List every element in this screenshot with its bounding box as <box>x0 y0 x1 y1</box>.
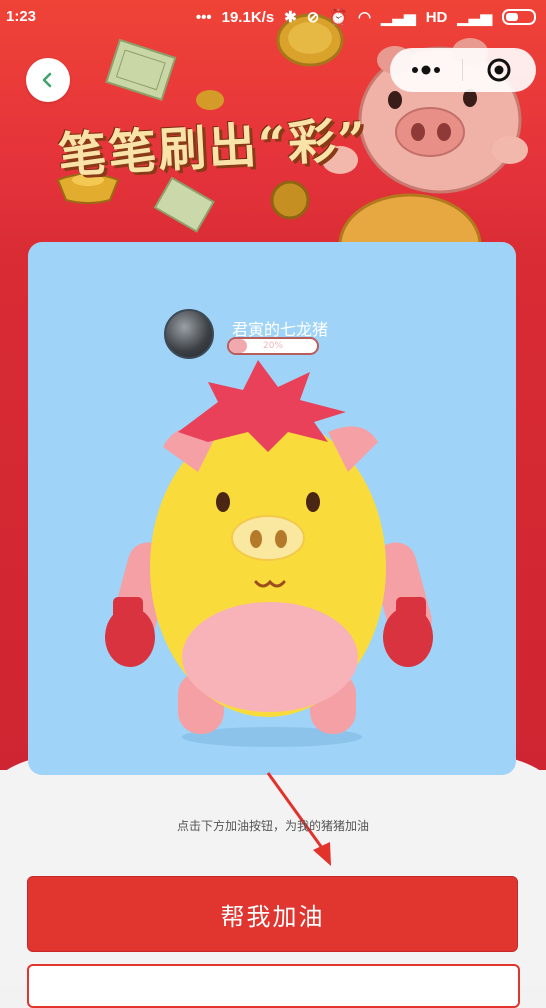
back-chevron-icon <box>42 72 52 88</box>
dots-icon: ••• <box>195 8 212 26</box>
falling-bill <box>153 176 215 233</box>
pig-belly <box>182 602 358 712</box>
signal-icon: ▁▃▅ <box>457 9 492 26</box>
close-miniprogram-button[interactable] <box>463 48 535 92</box>
hd-label: HD <box>425 8 448 26</box>
boxing-glove <box>105 607 155 667</box>
signal-icon: ▁▃▅ <box>381 9 416 26</box>
falling-bill <box>105 38 177 102</box>
pig-eye <box>306 492 320 512</box>
boxing-glove <box>383 607 433 667</box>
cheer-button[interactable]: 帮我加油 <box>27 876 518 952</box>
avatar[interactable] <box>164 309 214 359</box>
network-speed: 19.1K/s <box>221 8 275 26</box>
wifi-icon: ◠ <box>358 9 372 26</box>
mute-icon: ⊘ <box>306 9 320 26</box>
pig-snout <box>231 515 305 561</box>
more-dots-icon <box>412 65 440 75</box>
hint-text: 点击下方加油按钮，为我的猪猪加油 <box>176 819 369 833</box>
battery-icon <box>502 9 536 25</box>
pig-hair <box>178 360 346 452</box>
progress-bar: 20% <box>227 337 319 355</box>
status-icons: ••• 19.1K/s ✱ ⊘ ⏰ ◠ ▁▃▅ HD ▁▃▅ <box>196 8 536 26</box>
status-bar: 1:23 ••• 19.1K/s ✱ ⊘ ⏰ ◠ ▁▃▅ HD ▁▃▅ <box>0 0 546 34</box>
alarm-icon: ⏰ <box>329 9 349 26</box>
pig-eye <box>216 492 230 512</box>
bluetooth-icon: ✱ <box>284 9 297 26</box>
more-button[interactable] <box>390 48 462 92</box>
back-button[interactable] <box>26 58 70 102</box>
secondary-button[interactable] <box>27 964 520 1008</box>
close-target-icon <box>487 58 511 82</box>
status-time: 1:23 <box>6 8 37 25</box>
miniprogram-capsule <box>390 48 536 92</box>
top-banner: 笔笔刷出“彩” <box>0 0 546 270</box>
progress-text: 20% <box>262 341 283 351</box>
gold-coin <box>270 180 310 220</box>
